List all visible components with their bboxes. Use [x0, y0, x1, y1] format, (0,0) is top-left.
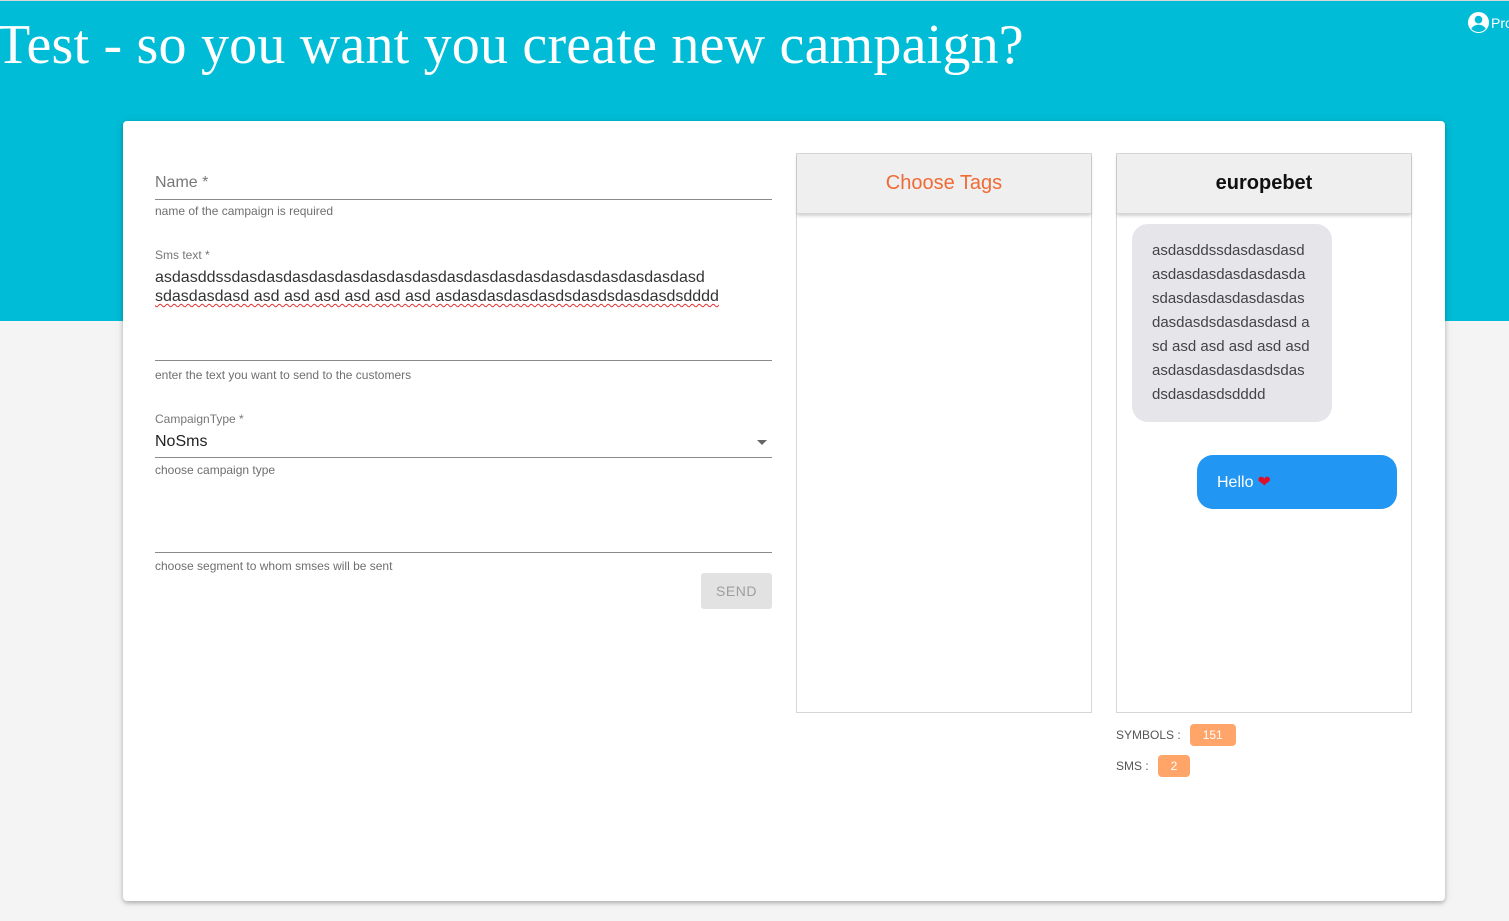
sms-counter: SMS : 2	[1116, 755, 1191, 777]
outgoing-message-bubble: Hello ❤	[1197, 455, 1397, 509]
campaign-card: Name * name of the campaign is required …	[123, 121, 1445, 901]
profile-link[interactable]: Profile	[1467, 11, 1509, 34]
campaign-type-select[interactable]: NoSms	[155, 430, 772, 458]
incoming-message-bubble: asdasddssdasdasdasdasdasdasdasdasdasdasd…	[1132, 224, 1332, 422]
tags-panel: Choose Tags	[796, 153, 1092, 713]
profile-label: Profile	[1491, 14, 1509, 31]
account-circle-icon	[1467, 11, 1490, 34]
symbols-counter: SYMBOLS : 151	[1116, 724, 1236, 746]
sms-text-label: Sms text *	[155, 248, 210, 262]
sms-count-badge: 2	[1157, 755, 1191, 777]
outgoing-message-text: Hello	[1217, 474, 1254, 491]
segment-select[interactable]	[155, 552, 772, 553]
sms-text-line: sdasdasdasd asd asd asd asd asd asd asda…	[155, 288, 719, 305]
preview-sender-title: europebet	[1117, 154, 1411, 214]
campaign-type-value: NoSms	[155, 433, 208, 450]
caret-down-icon	[757, 440, 767, 445]
choose-tags-title[interactable]: Choose Tags	[797, 154, 1091, 214]
sms-text-underline	[155, 360, 772, 361]
sms-count-label: SMS :	[1116, 759, 1149, 773]
name-helper: name of the campaign is required	[155, 204, 334, 218]
segment-helper: choose segment to whom smses will be sen…	[155, 559, 393, 573]
campaign-type-helper: choose campaign type	[155, 463, 276, 477]
name-field[interactable]: Name *	[155, 166, 772, 200]
sms-text-helper: enter the text you want to send to the c…	[155, 368, 412, 382]
sms-text-field[interactable]: asdasddssdasdasdasdasdasdasdasdasdasdasd…	[155, 268, 772, 306]
send-button[interactable]: SEND	[701, 573, 772, 609]
name-placeholder: Name *	[155, 174, 209, 191]
symbols-label: SYMBOLS :	[1116, 728, 1181, 742]
symbols-badge: 151	[1189, 724, 1236, 746]
sms-text-line: asdasddssdasdasdasdasdasdasdasdasdasdasd…	[155, 269, 705, 286]
page-title: Test - so you want you create new campai…	[0, 14, 1024, 76]
heart-icon: ❤	[1257, 474, 1271, 491]
campaign-type-label: CampaignType *	[155, 412, 244, 426]
sms-preview-panel: europebet asdasddssdasdasdasdasdasdasdas…	[1116, 153, 1412, 713]
